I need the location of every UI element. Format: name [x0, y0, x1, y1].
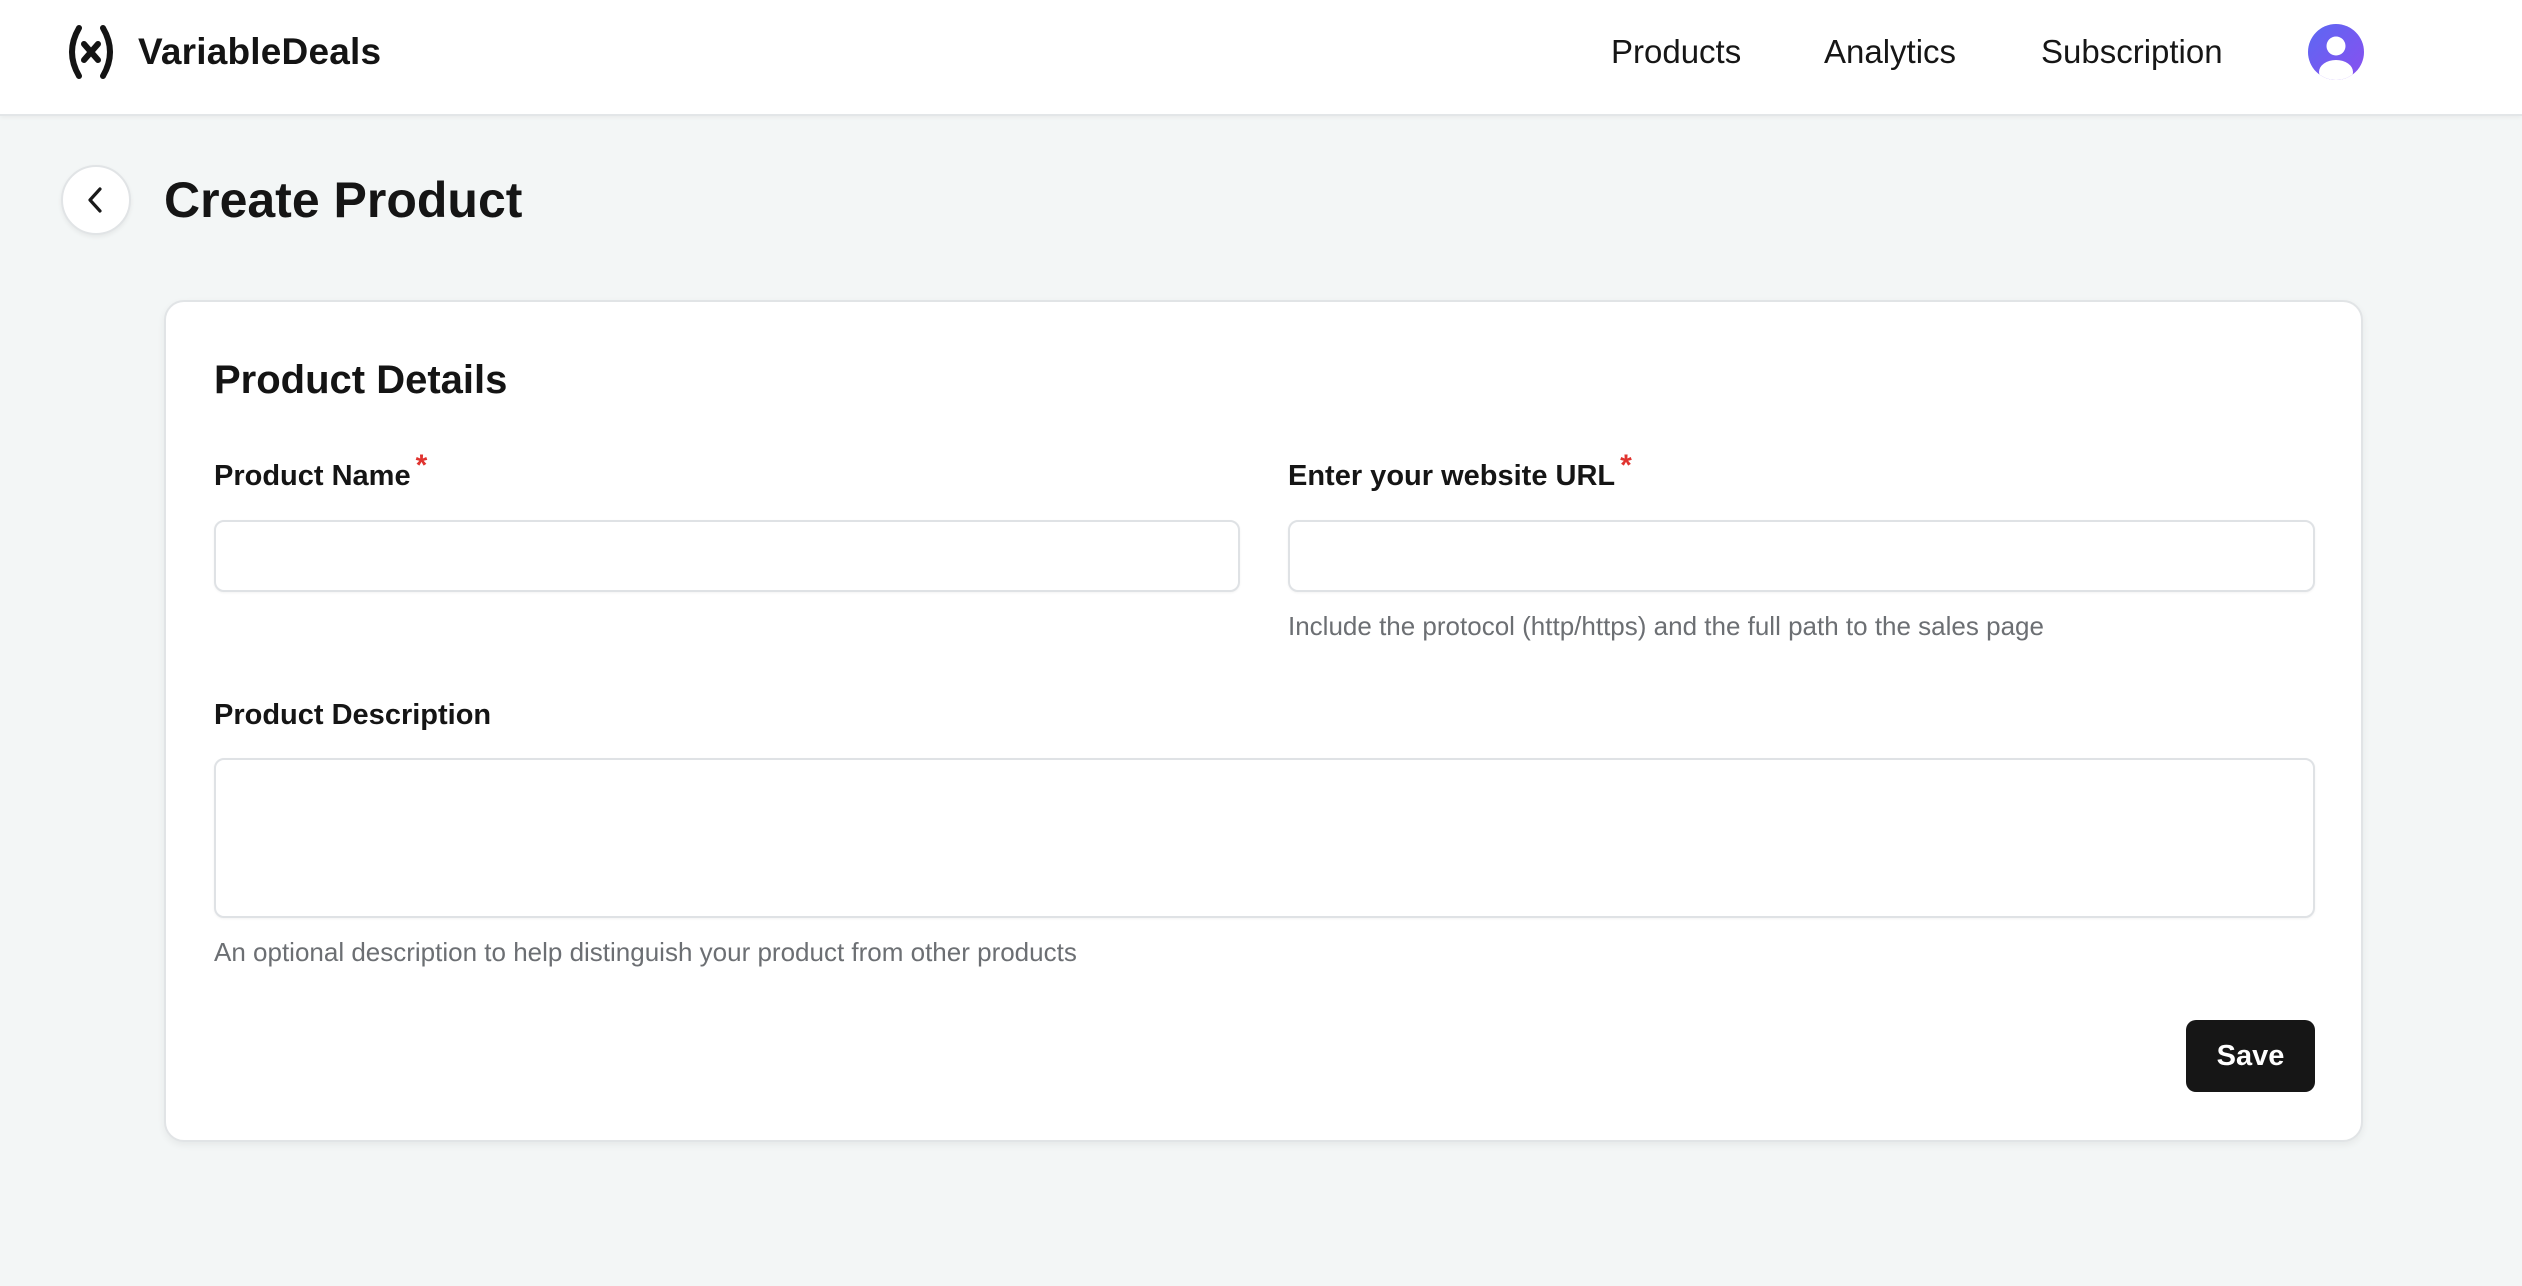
required-marker: *: [1620, 449, 1632, 482]
product-details-card: Product Details Product Name * Enter your…: [164, 300, 2363, 1142]
main-nav: Products Analytics Subscription: [0, 24, 2522, 80]
save-button[interactable]: Save: [2186, 1020, 2315, 1092]
product-name-label: Product Name *: [214, 449, 427, 496]
product-description-textarea[interactable]: [214, 758, 2315, 918]
product-description-label: Product Description: [214, 699, 492, 731]
required-marker: *: [415, 449, 428, 482]
website-url-label-text: Enter your website URL: [1288, 460, 1616, 492]
nav-item-analytics[interactable]: Analytics: [1824, 24, 1956, 80]
top-navigation-bar: VariableDeals Products Analytics Subscri…: [0, 0, 2522, 116]
product-name-label-text: Product Name: [214, 460, 411, 492]
user-avatar-icon[interactable]: [2308, 24, 2364, 80]
website-url-label: Enter your website URL *: [1288, 449, 1632, 496]
website-url-help: Include the protocol (http/https) and th…: [1288, 611, 2044, 641]
page-title: Create Product: [164, 172, 523, 228]
website-url-input[interactable]: [1288, 520, 2315, 592]
nav-item-subscription[interactable]: Subscription: [2041, 24, 2223, 80]
back-button[interactable]: [61, 165, 131, 235]
section-title: Product Details: [214, 358, 508, 402]
product-description-help: An optional description to help distingu…: [214, 937, 1077, 967]
nav-item-products[interactable]: Products: [1611, 24, 1741, 80]
chevron-left-icon: [81, 185, 111, 215]
product-name-input[interactable]: [214, 520, 1240, 592]
